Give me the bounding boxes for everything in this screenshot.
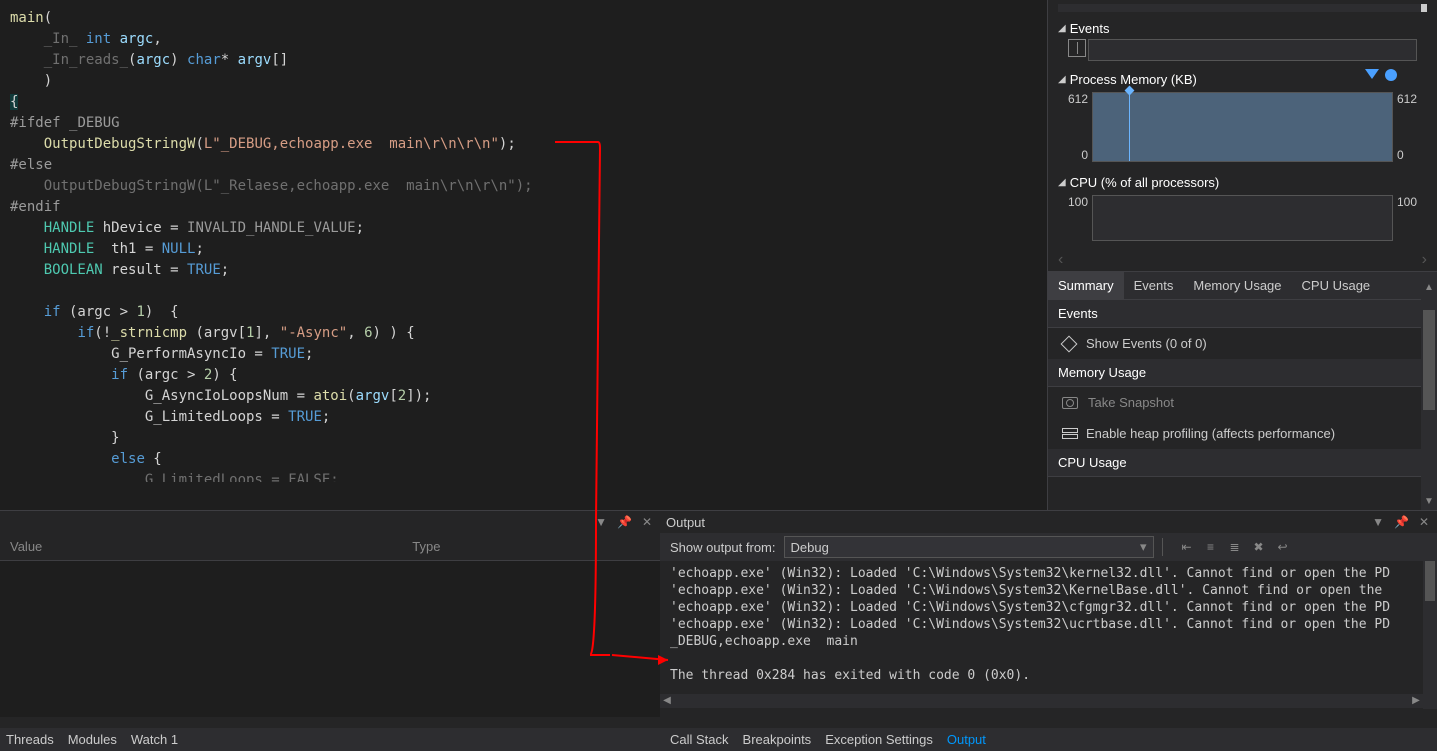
take-snapshot-label: Take Snapshot bbox=[1088, 395, 1174, 410]
expand-icon: ◢ bbox=[1058, 23, 1066, 34]
tab-modules[interactable]: Modules bbox=[68, 732, 117, 747]
diagnostics-panel: ◢ Events ◢ Process Memory (KB) 612 0 612… bbox=[1047, 0, 1437, 510]
indent-icon[interactable]: ≣ bbox=[1227, 539, 1243, 555]
show-events-label: Show Events (0 of 0) bbox=[1086, 336, 1207, 351]
y-min-left: 0 bbox=[1058, 148, 1088, 162]
chart-body bbox=[1092, 92, 1393, 162]
summary-cpu-header: CPU Usage bbox=[1048, 449, 1437, 477]
cpu-chart[interactable]: 100 100 bbox=[1058, 195, 1427, 241]
output-vertical-scrollbar[interactable] bbox=[1423, 561, 1437, 709]
scroll-down-arrow[interactable]: ▼ bbox=[1421, 494, 1437, 510]
output-horizontal-scrollbar[interactable]: ◀ ▶ bbox=[660, 694, 1423, 708]
output-text[interactable]: 'echoapp.exe' (Win32): Loaded 'C:\Window… bbox=[660, 561, 1437, 691]
scroll-left-arrow[interactable]: ◀ bbox=[660, 694, 674, 708]
tab-breakpoints[interactable]: Breakpoints bbox=[743, 732, 812, 747]
output-source-select[interactable]: Debug ▾ bbox=[784, 536, 1154, 558]
tab-watch1[interactable]: Watch 1 bbox=[131, 732, 178, 747]
diag-scrollbar[interactable]: ▲ ▼ bbox=[1421, 280, 1437, 510]
close-icon[interactable]: ✕ bbox=[640, 515, 654, 529]
enable-heap-label: Enable heap profiling (affects performan… bbox=[1086, 426, 1335, 441]
tab-call-stack[interactable]: Call Stack bbox=[670, 732, 729, 747]
clear-icon[interactable]: ✖ bbox=[1251, 539, 1267, 555]
column-value[interactable]: Value bbox=[0, 537, 192, 556]
memory-area bbox=[1093, 93, 1392, 161]
memory-marker[interactable] bbox=[1129, 87, 1130, 161]
memory-section-header[interactable]: ◢ Process Memory (KB) bbox=[1058, 69, 1427, 90]
tab-exception-settings[interactable]: Exception Settings bbox=[825, 732, 933, 747]
summary-memory-header: Memory Usage bbox=[1048, 359, 1437, 387]
tab-threads[interactable]: Threads bbox=[6, 732, 54, 747]
marker-triangle-icon[interactable] bbox=[1365, 69, 1379, 79]
watch-columns: Value Type bbox=[0, 533, 660, 561]
scroll-thumb[interactable] bbox=[1425, 561, 1435, 601]
nav-left-icon[interactable]: ‹ bbox=[1058, 251, 1063, 269]
heap-icon bbox=[1062, 428, 1076, 440]
column-type[interactable]: Type bbox=[402, 537, 590, 556]
events-title: Events bbox=[1070, 21, 1110, 36]
timeline-ruler[interactable] bbox=[1058, 4, 1427, 12]
chart-body bbox=[1092, 195, 1393, 241]
take-snapshot-link[interactable]: Take Snapshot bbox=[1048, 387, 1437, 418]
cpu-title: CPU (% of all processors) bbox=[1070, 175, 1220, 190]
tab-output[interactable]: Output bbox=[947, 732, 986, 747]
code-editor[interactable]: main( _In_ int argc, _In_reads_(argc) ch… bbox=[0, 0, 1040, 482]
bottom-tabs: Threads Modules Watch 1 Call Stack Break… bbox=[0, 728, 1437, 751]
y-min-right: 0 bbox=[1397, 148, 1427, 162]
y-max-right: 612 bbox=[1397, 92, 1427, 106]
window-dropdown-icon[interactable]: ▼ bbox=[593, 515, 609, 529]
output-source-value: Debug bbox=[791, 540, 829, 555]
expand-icon: ◢ bbox=[1058, 74, 1066, 85]
events-section-header[interactable]: ◢ Events bbox=[1058, 18, 1427, 39]
expand-icon: ◢ bbox=[1058, 177, 1066, 188]
y-max-right: 100 bbox=[1397, 195, 1427, 209]
watch-body[interactable] bbox=[0, 561, 660, 717]
show-events-link[interactable]: Show Events (0 of 0) bbox=[1048, 328, 1437, 359]
memory-title: Process Memory (KB) bbox=[1070, 72, 1197, 87]
scroll-right-arrow[interactable]: ▶ bbox=[1409, 694, 1423, 708]
chart-nav: ‹ › bbox=[1048, 249, 1437, 271]
tab-events[interactable]: Events bbox=[1124, 272, 1184, 299]
tab-summary[interactable]: Summary bbox=[1048, 272, 1124, 299]
wrap-icon[interactable]: ↩ bbox=[1275, 539, 1291, 555]
tab-cpu[interactable]: CPU Usage bbox=[1292, 272, 1381, 299]
events-view-icon[interactable] bbox=[1068, 39, 1086, 57]
camera-icon bbox=[1062, 397, 1078, 409]
watch-panel: ▼ 📌 ✕ Value Type bbox=[0, 510, 660, 728]
enable-heap-link[interactable]: Enable heap profiling (affects performan… bbox=[1048, 418, 1437, 449]
scroll-thumb[interactable] bbox=[1423, 310, 1435, 410]
events-timeline[interactable] bbox=[1088, 39, 1417, 61]
find-icon[interactable]: ⇤ bbox=[1179, 539, 1195, 555]
summary-events-header: Events bbox=[1048, 300, 1437, 328]
marker-circle-icon[interactable] bbox=[1385, 69, 1397, 81]
pin-icon[interactable]: 📌 bbox=[615, 515, 634, 529]
tab-memory[interactable]: Memory Usage bbox=[1183, 272, 1291, 299]
step-icon[interactable]: ≡ bbox=[1203, 539, 1219, 555]
y-max-left: 100 bbox=[1058, 195, 1088, 209]
output-toolbar: Show output from: Debug ▾ ⇤ ≡ ≣ ✖ ↩ bbox=[660, 533, 1437, 561]
cpu-section-header[interactable]: ◢ CPU (% of all processors) bbox=[1058, 172, 1427, 193]
memory-chart[interactable]: 612 0 612 0 bbox=[1058, 92, 1427, 162]
pin-icon[interactable]: 📌 bbox=[1392, 515, 1411, 529]
diag-tabs: Summary Events Memory Usage CPU Usage bbox=[1048, 271, 1437, 300]
diag-summary: Events Show Events (0 of 0) Memory Usage… bbox=[1048, 300, 1437, 477]
output-panel: Output ▼ 📌 ✕ Show output from: Debug ▾ ⇤… bbox=[660, 510, 1437, 728]
scroll-up-arrow[interactable]: ▲ bbox=[1421, 280, 1437, 296]
chevron-down-icon: ▾ bbox=[1140, 539, 1147, 555]
output-title: Output bbox=[666, 515, 705, 530]
y-max-left: 612 bbox=[1058, 92, 1088, 106]
close-icon[interactable]: ✕ bbox=[1417, 515, 1431, 529]
window-dropdown-icon[interactable]: ▼ bbox=[1370, 515, 1386, 529]
nav-right-icon[interactable]: › bbox=[1422, 251, 1427, 269]
events-icon bbox=[1062, 337, 1076, 351]
output-from-label: Show output from: bbox=[670, 540, 776, 555]
